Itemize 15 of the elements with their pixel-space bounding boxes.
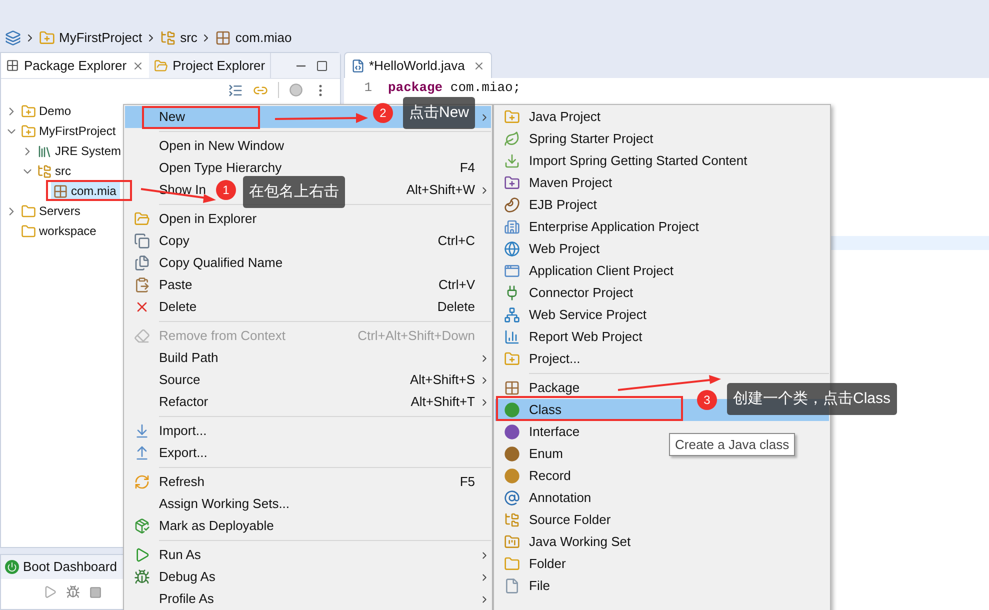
- shortcut-text: Ctrl+C: [438, 232, 475, 250]
- code-line: package com.miao;: [387, 78, 521, 97]
- line-number: 1: [363, 78, 373, 97]
- callout-tooltip: 点击New: [403, 97, 476, 129]
- shortcut-text: F4: [460, 159, 475, 178]
- callout-tooltip: 在包名上右击: [243, 176, 345, 208]
- hover-tooltip: Create a Java class: [669, 433, 796, 456]
- shortcut-text: Alt+Shift+S: [410, 371, 475, 390]
- callout-tooltip: 创建一个类，点击Class: [727, 383, 897, 415]
- shortcut-text: Alt+Shift+T: [410, 393, 475, 412]
- shortcut-text: Ctrl+V: [438, 276, 475, 294]
- shortcut-text: Alt+Shift+W: [406, 181, 475, 200]
- shortcut-text: F5: [460, 473, 475, 492]
- shortcut-text: Delete: [437, 298, 475, 316]
- shortcut-text: Ctrl+Alt+Shift+Down: [358, 327, 475, 346]
